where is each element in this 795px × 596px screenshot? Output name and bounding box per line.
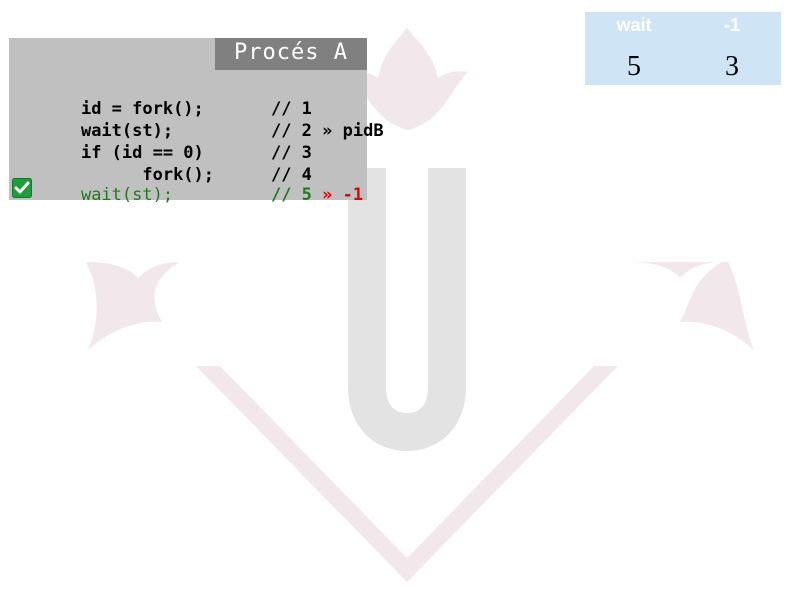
table-header-result: -1 [723,15,740,35]
check-icon [12,178,32,198]
code-comment: // 5 [270,185,312,205]
table-cell-value: 3 [725,51,739,82]
code-line-5-current: wait(st); // 5 » -1 [40,162,363,228]
table-cell-value: 5 [627,51,641,82]
return-value: -1 [332,185,364,205]
watermark-v [196,366,618,582]
process-title: Procés A [215,38,367,70]
watermark-right-leaf [628,262,754,350]
code-statement: wait(st); [80,185,174,205]
result-table: wait -1 5 3 [585,12,781,85]
watermark-u [348,168,466,452]
code-annotation: » pidB [311,121,384,141]
watermark-left-leaf [86,262,180,350]
table-header-wait: wait [616,15,652,35]
return-arrow: » [311,185,333,205]
code-panel: Procés A id = fork();// 1 wait(st);// 2 … [9,38,384,205]
